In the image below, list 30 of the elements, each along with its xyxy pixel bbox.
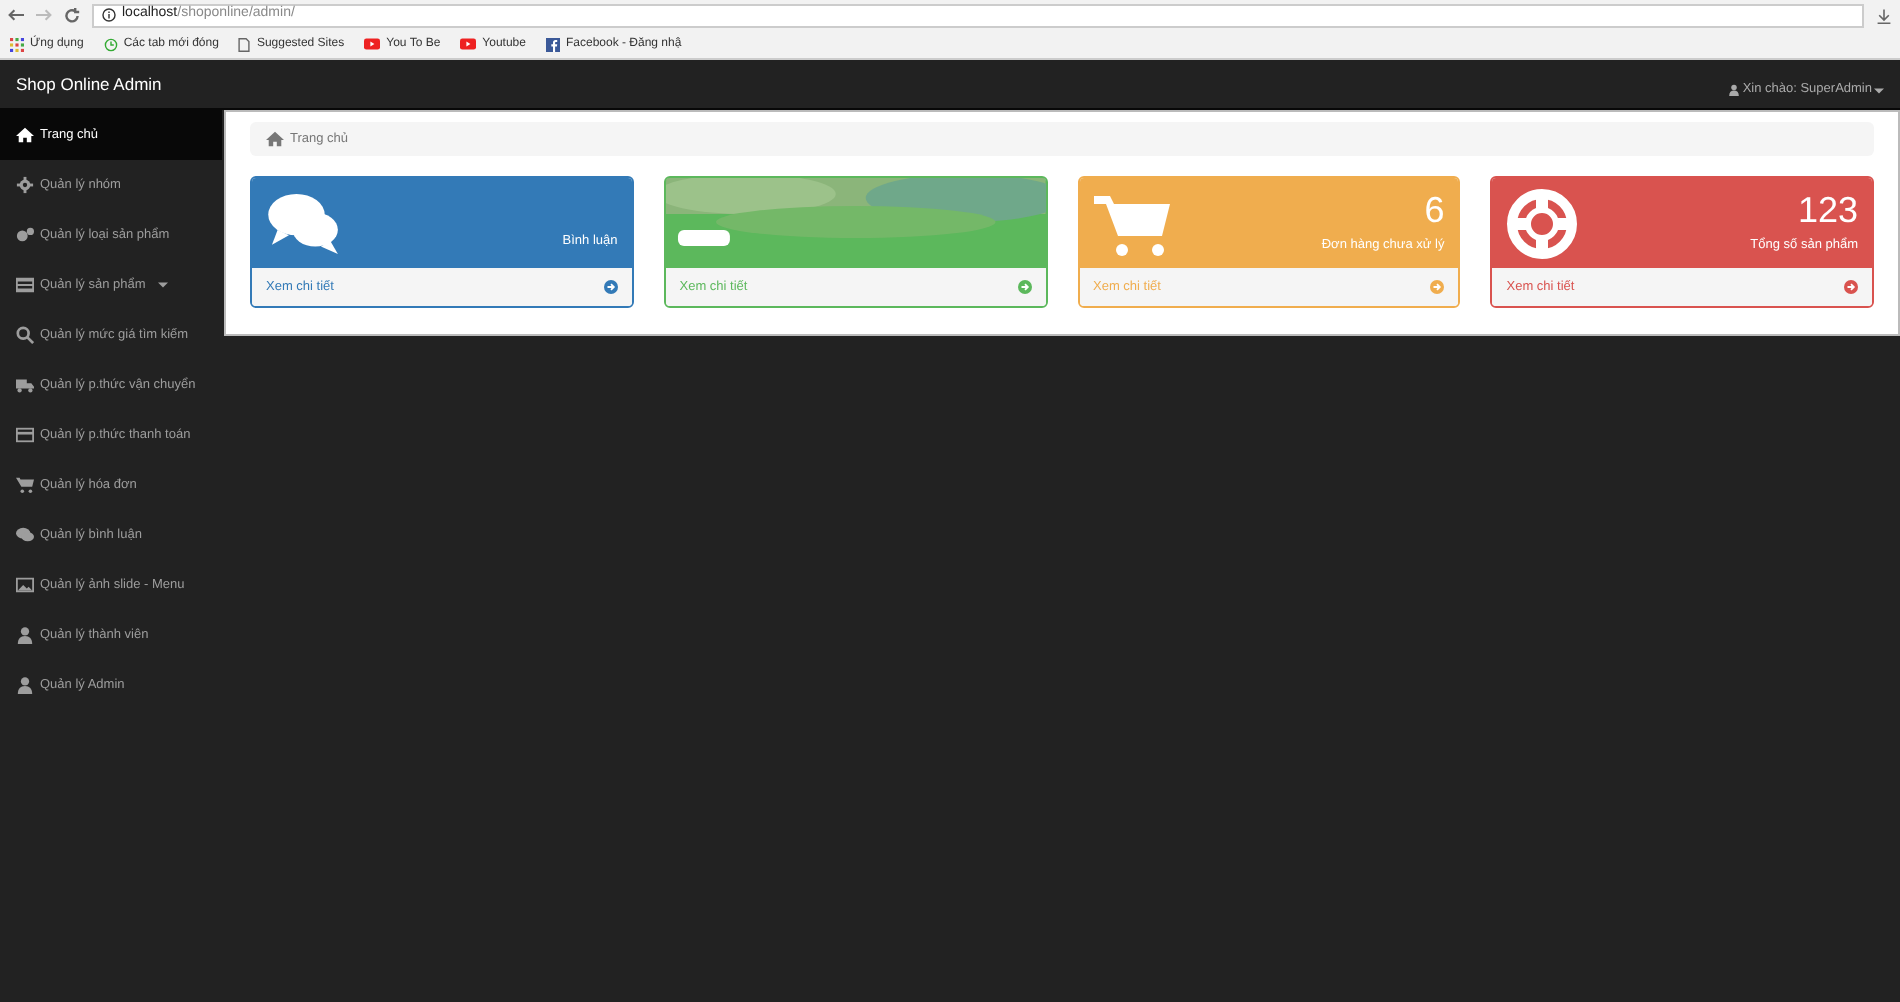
brand-title[interactable]: Shop Online Admin — [16, 71, 162, 97]
search-icon — [16, 326, 34, 344]
user-icon — [16, 626, 34, 644]
table-icon — [16, 276, 34, 294]
play-icon — [460, 38, 477, 50]
lifebuoy-icon — [1506, 187, 1579, 259]
caret-icon — [1874, 87, 1884, 93]
count-value: 6 — [1424, 191, 1445, 228]
facebook-icon — [545, 37, 560, 51]
arrow-circle-icon — [1430, 280, 1445, 294]
reload-icon[interactable] — [64, 7, 80, 23]
image-icon — [16, 576, 34, 594]
arrow-circle-icon — [1017, 280, 1031, 294]
download-icon[interactable] — [1876, 7, 1892, 23]
credit-card-icon — [16, 426, 34, 444]
truck-icon — [16, 376, 34, 394]
home-icon — [266, 130, 284, 148]
arrow-circle-icon — [603, 280, 618, 294]
back-icon[interactable] — [8, 8, 24, 22]
home-icon — [16, 126, 34, 144]
clock-icon — [103, 37, 118, 51]
user-icon — [1728, 84, 1741, 96]
arrow-circle-icon — [1844, 280, 1858, 294]
user-icon — [16, 676, 34, 694]
apps-icon — [10, 37, 24, 51]
play-icon — [364, 38, 381, 50]
page-icon — [238, 37, 251, 51]
info-icon[interactable] — [102, 8, 116, 22]
count-value: 123 — [1797, 191, 1858, 228]
cart-icon — [16, 476, 34, 494]
